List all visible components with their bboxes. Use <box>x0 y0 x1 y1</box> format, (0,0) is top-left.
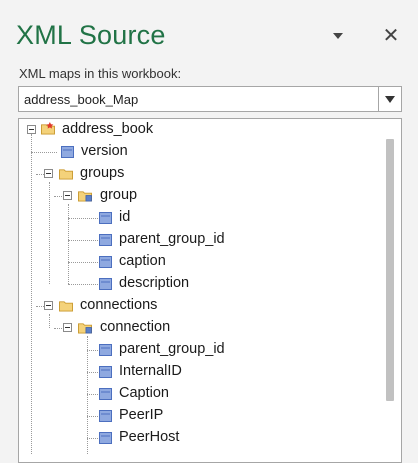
tree-node-peer-ip[interactable]: PeerIP <box>97 405 217 427</box>
tree-node-description[interactable]: description <box>97 273 237 295</box>
tree-label: connections <box>80 297 158 313</box>
tree-node-parent-group-id[interactable]: parent_group_id <box>97 229 257 251</box>
tree-node-group[interactable]: group <box>58 185 198 207</box>
element-icon <box>99 344 112 356</box>
element-icon <box>99 212 112 224</box>
tree-node-conn-parent-group-id[interactable]: parent_group_id <box>97 339 257 361</box>
tree-connector <box>31 134 32 454</box>
tree-connector <box>68 284 98 285</box>
xml-source-pane: XML Source ✕ XML maps in this workbook: … <box>0 0 418 463</box>
tree-label: id <box>119 209 131 225</box>
tree-node-groups[interactable]: groups <box>40 163 180 185</box>
tree-node-internal-id[interactable]: InternalID <box>97 361 237 383</box>
chevron-down-icon[interactable] <box>378 87 401 111</box>
tree-label: version <box>81 143 128 159</box>
tree-node-address-book[interactable]: address_book <box>24 119 224 141</box>
tree-node-peer-host[interactable]: PeerHost <box>97 427 227 449</box>
tree-label: groups <box>80 165 125 181</box>
tree-connector <box>68 240 98 241</box>
tree-label: description <box>119 275 190 291</box>
tree-scrollbar-thumb[interactable] <box>386 139 394 401</box>
tree-label: address_book <box>62 121 154 137</box>
tree-label: connection <box>100 319 171 335</box>
tree-connector <box>68 262 98 263</box>
repeating-folder-icon <box>78 191 92 202</box>
element-icon <box>99 432 112 444</box>
element-icon <box>99 278 112 290</box>
tree-label: PeerHost <box>119 429 180 445</box>
tree-connector <box>31 152 57 153</box>
tree-label: group <box>100 187 138 203</box>
element-icon <box>99 410 112 422</box>
element-icon <box>99 366 112 378</box>
tree-label: InternalID <box>119 363 182 379</box>
tree-node-caption[interactable]: caption <box>97 251 217 273</box>
tree-label: parent_group_id <box>119 341 225 357</box>
root-folder-icon <box>41 122 55 135</box>
tree-label: caption <box>119 253 166 269</box>
pane-options-icon[interactable] <box>333 33 343 39</box>
collapse-toggle-icon[interactable] <box>63 191 72 200</box>
element-icon <box>99 234 112 246</box>
tree-connector <box>49 182 50 284</box>
tree-connector <box>68 218 98 219</box>
tree-connector <box>87 336 88 454</box>
tree-node-connection[interactable]: connection <box>58 317 218 339</box>
xml-map-select-value: address_book_Map <box>24 92 139 107</box>
folder-icon <box>59 169 73 180</box>
repeating-folder-icon <box>78 323 92 334</box>
collapse-toggle-icon[interactable] <box>44 169 53 178</box>
tree-node-id[interactable]: id <box>97 207 177 229</box>
tree-label: parent_group_id <box>119 231 225 247</box>
collapse-toggle-icon[interactable] <box>44 301 53 310</box>
tree-node-connections[interactable]: connections <box>40 295 200 317</box>
maps-label: XML maps in this workbook: <box>19 66 182 81</box>
element-icon <box>61 146 74 158</box>
tree-label: PeerIP <box>119 407 164 423</box>
xml-map-select[interactable]: address_book_Map <box>18 86 402 112</box>
collapse-toggle-icon[interactable] <box>27 125 36 134</box>
close-icon[interactable]: ✕ <box>381 26 401 46</box>
element-icon <box>99 256 112 268</box>
collapse-toggle-icon[interactable] <box>63 323 72 332</box>
tree-connector <box>68 204 69 284</box>
tree-node-conn-caption[interactable]: Caption <box>97 383 217 405</box>
folder-icon <box>59 301 73 312</box>
element-icon <box>99 388 112 400</box>
tree-label: Caption <box>119 385 169 401</box>
pane-title: XML Source <box>16 20 166 50</box>
tree-node-version[interactable]: version <box>57 141 177 163</box>
